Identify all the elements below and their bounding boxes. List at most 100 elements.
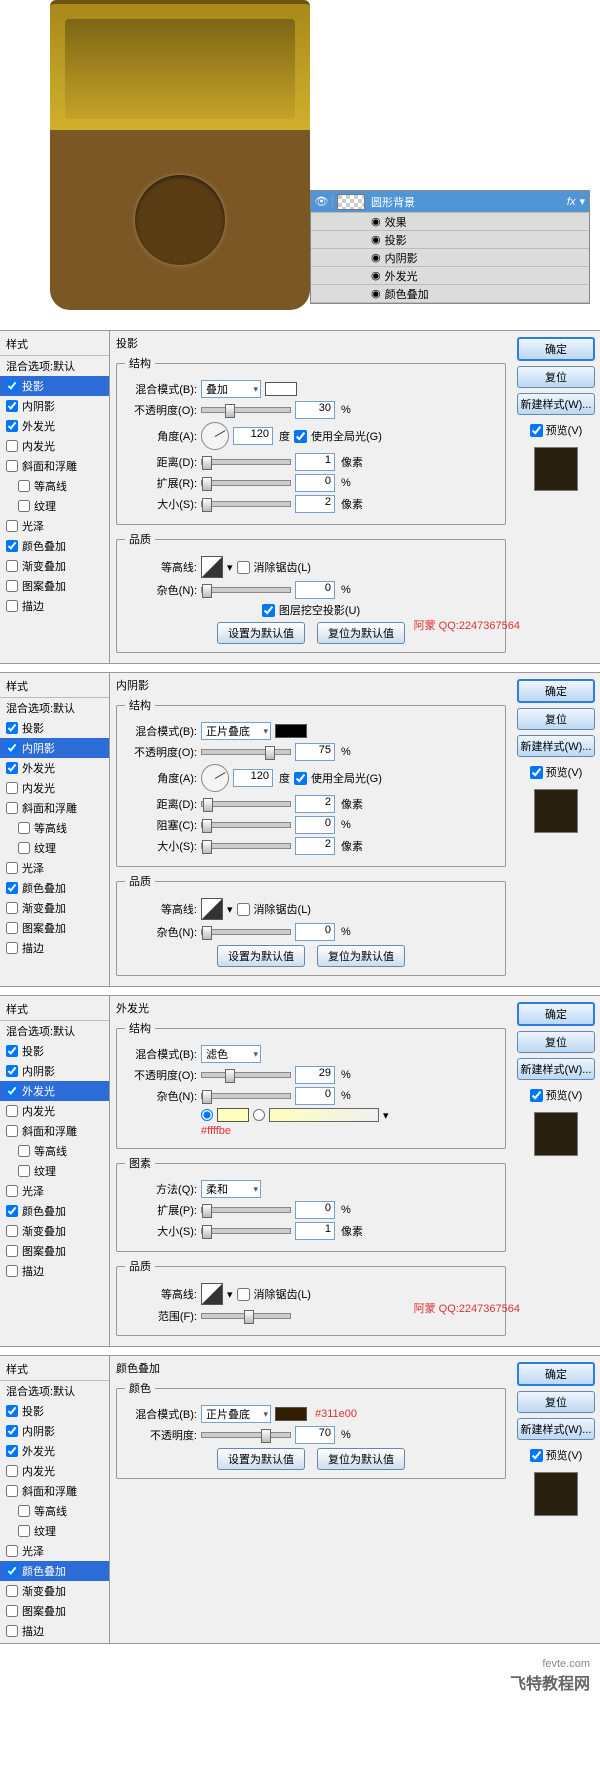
contour-picker[interactable]: [201, 1283, 223, 1305]
ok-button[interactable]: 确定: [517, 337, 595, 361]
style-outer-glow[interactable]: 外发光: [0, 758, 109, 778]
new-style-button[interactable]: 新建样式(W)...: [517, 1058, 595, 1080]
style-pattern-overlay[interactable]: 图案叠加: [0, 576, 109, 596]
effect-item[interactable]: ◉投影: [311, 231, 589, 249]
set-default-button[interactable]: 设置为默认值: [217, 945, 305, 967]
style-texture[interactable]: 纹理: [0, 1161, 109, 1181]
opacity-input[interactable]: 30: [295, 401, 335, 419]
ok-button[interactable]: 确定: [517, 679, 595, 703]
style-inner-glow[interactable]: 内发光: [0, 1101, 109, 1121]
reset-button[interactable]: 复位: [517, 1031, 595, 1053]
style-bevel[interactable]: 斜面和浮雕: [0, 1481, 109, 1501]
style-drop-shadow[interactable]: 投影: [0, 1401, 109, 1421]
range-slider[interactable]: [201, 1313, 291, 1319]
style-stroke[interactable]: 描边: [0, 596, 109, 616]
style-inner-shadow[interactable]: 内阴影: [0, 396, 109, 416]
new-style-button[interactable]: 新建样式(W)...: [517, 393, 595, 415]
new-style-button[interactable]: 新建样式(W)...: [517, 1418, 595, 1440]
blend-mode-combo[interactable]: 正片叠底: [201, 722, 271, 740]
method-combo[interactable]: 柔和: [201, 1180, 261, 1198]
style-texture[interactable]: 纹理: [0, 838, 109, 858]
angle-input[interactable]: 120: [233, 427, 273, 445]
style-gradient-overlay[interactable]: 渐变叠加: [0, 1581, 109, 1601]
style-texture[interactable]: 纹理: [0, 496, 109, 516]
preview-checkbox[interactable]: 预览(V): [530, 1447, 583, 1463]
color-swatch[interactable]: [275, 724, 307, 738]
style-bevel[interactable]: 斜面和浮雕: [0, 798, 109, 818]
style-gradient-overlay[interactable]: 渐变叠加: [0, 556, 109, 576]
style-gradient-overlay[interactable]: 渐变叠加: [0, 898, 109, 918]
opacity-slider[interactable]: [201, 407, 291, 413]
blend-options[interactable]: 混合选项:默认: [0, 356, 109, 376]
style-bevel[interactable]: 斜面和浮雕: [0, 456, 109, 476]
reset-default-button[interactable]: 复位为默认值: [317, 1448, 405, 1470]
distance-input[interactable]: 2: [295, 795, 335, 813]
style-contour[interactable]: 等高线: [0, 818, 109, 838]
style-satin[interactable]: 光泽: [0, 858, 109, 878]
contour-picker[interactable]: [201, 898, 223, 920]
distance-slider[interactable]: [201, 801, 291, 807]
global-light-checkbox[interactable]: [294, 430, 307, 443]
style-gradient-overlay[interactable]: 渐变叠加: [0, 1221, 109, 1241]
size-input[interactable]: 2: [295, 837, 335, 855]
style-bevel[interactable]: 斜面和浮雕: [0, 1121, 109, 1141]
style-outer-glow[interactable]: 外发光: [0, 416, 109, 436]
opacity-input[interactable]: 29: [295, 1066, 335, 1084]
visibility-icon[interactable]: 👁: [311, 195, 333, 208]
noise-slider[interactable]: [201, 929, 291, 935]
style-color-overlay[interactable]: 颜色叠加: [0, 1561, 109, 1581]
style-satin[interactable]: 光泽: [0, 1181, 109, 1201]
opacity-slider[interactable]: [201, 1432, 291, 1438]
style-contour[interactable]: 等高线: [0, 476, 109, 496]
style-inner-glow[interactable]: 内发光: [0, 778, 109, 798]
style-pattern-overlay[interactable]: 图案叠加: [0, 918, 109, 938]
spread-slider[interactable]: [201, 1207, 291, 1213]
blend-options[interactable]: 混合选项:默认: [0, 1021, 109, 1041]
blend-mode-combo[interactable]: 正片叠底: [201, 1405, 271, 1423]
glow-color-swatch[interactable]: [217, 1108, 249, 1122]
style-color-overlay[interactable]: 颜色叠加: [0, 536, 109, 556]
spread-slider[interactable]: [201, 480, 291, 486]
style-inner-glow[interactable]: 内发光: [0, 436, 109, 456]
layer-row-selected[interactable]: 👁 圆形背景 fx ▾: [311, 191, 589, 213]
style-drop-shadow[interactable]: 投影: [0, 376, 109, 396]
angle-dial[interactable]: [201, 764, 229, 792]
opacity-slider[interactable]: [201, 749, 291, 755]
noise-input[interactable]: 0: [295, 1087, 335, 1105]
blend-options[interactable]: 混合选项:默认: [0, 698, 109, 718]
style-stroke[interactable]: 描边: [0, 1621, 109, 1641]
spread-input[interactable]: 0: [295, 474, 335, 492]
choke-input[interactable]: 0: [295, 816, 335, 834]
style-drop-shadow[interactable]: 投影: [0, 718, 109, 738]
anti-alias-checkbox[interactable]: [237, 1288, 250, 1301]
reset-button[interactable]: 复位: [517, 1391, 595, 1413]
style-pattern-overlay[interactable]: 图案叠加: [0, 1241, 109, 1261]
effects-header[interactable]: ◉效果: [311, 213, 589, 231]
noise-slider[interactable]: [201, 587, 291, 593]
gradient-picker[interactable]: [269, 1108, 379, 1122]
global-light-checkbox[interactable]: [294, 772, 307, 785]
style-stroke[interactable]: 描边: [0, 938, 109, 958]
effect-item[interactable]: ◉外发光: [311, 267, 589, 285]
effect-item[interactable]: ◉内阴影: [311, 249, 589, 267]
style-color-overlay[interactable]: 颜色叠加: [0, 1201, 109, 1221]
dropdown-icon[interactable]: ▾: [383, 1109, 389, 1122]
collapse-icon[interactable]: ▾: [579, 195, 585, 208]
gradient-radio[interactable]: [253, 1109, 265, 1121]
reset-default-button[interactable]: 复位为默认值: [317, 622, 405, 644]
distance-slider[interactable]: [201, 459, 291, 465]
style-pattern-overlay[interactable]: 图案叠加: [0, 1601, 109, 1621]
style-satin[interactable]: 光泽: [0, 1541, 109, 1561]
style-drop-shadow[interactable]: 投影: [0, 1041, 109, 1061]
size-slider[interactable]: [201, 501, 291, 507]
set-default-button[interactable]: 设置为默认值: [217, 622, 305, 644]
angle-dial[interactable]: [201, 422, 229, 450]
style-contour[interactable]: 等高线: [0, 1501, 109, 1521]
ok-button[interactable]: 确定: [517, 1002, 595, 1026]
ok-button[interactable]: 确定: [517, 1362, 595, 1386]
blend-options[interactable]: 混合选项:默认: [0, 1381, 109, 1401]
anti-alias-checkbox[interactable]: [237, 903, 250, 916]
style-contour[interactable]: 等高线: [0, 1141, 109, 1161]
style-outer-glow[interactable]: 外发光: [0, 1081, 109, 1101]
size-input[interactable]: 2: [295, 495, 335, 513]
